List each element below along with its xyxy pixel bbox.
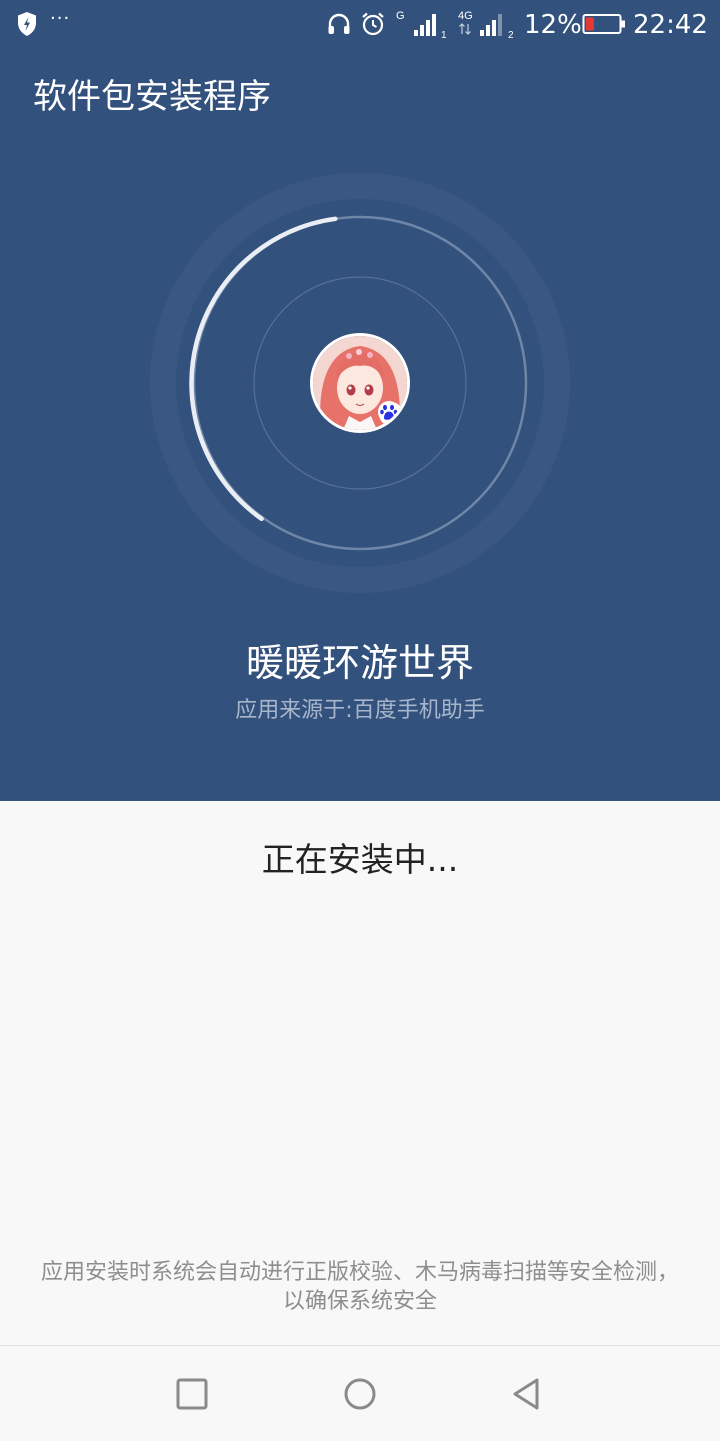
recents-icon[interactable] <box>172 1374 212 1414</box>
page-title: 软件包安装程序 <box>33 77 271 117</box>
security-note-line: 以确保系统安全 <box>282 1289 437 1314</box>
app-source: 应用来源于:百度手机助手 <box>235 698 485 723</box>
install-header-panel: ··· G 1 4G 2 12% 22:42 软件包安装程序 暖暖环游世界 应用… <box>0 0 720 801</box>
app-icon <box>310 333 410 433</box>
alarm-icon <box>362 12 384 36</box>
svg-text:2: 2 <box>508 30 514 40</box>
app-name: 暖暖环游世界 <box>245 641 474 685</box>
signal-icon: 4G 2 <box>458 10 514 40</box>
navigation-bar <box>0 1345 720 1441</box>
install-status: 正在安装中... <box>261 840 459 879</box>
shield-icon <box>18 12 36 36</box>
svg-text:4G: 4G <box>458 10 473 22</box>
battery-icon <box>582 14 625 34</box>
headphones-icon <box>328 13 350 34</box>
svg-text:G: G <box>396 10 405 22</box>
svg-text:1: 1 <box>441 30 447 40</box>
security-note-line: 应用安装时系统会自动进行正版校验、木马病毒扫描等安全检测， <box>40 1260 679 1285</box>
home-icon[interactable] <box>340 1374 380 1414</box>
status-bar: ··· G 1 4G 2 12% 22:42 <box>0 0 720 50</box>
battery-percent: 12% <box>524 10 582 40</box>
more-notifications-icon: ··· <box>50 8 71 29</box>
baidu-paw-icon <box>378 401 400 423</box>
signal-icon: G 1 <box>396 10 447 40</box>
security-note: 应用安装时系统会自动进行正版校验、木马病毒扫描等安全检测， 以确保系统安全 <box>0 1258 720 1316</box>
back-icon[interactable] <box>507 1374 547 1414</box>
clock: 22:42 <box>633 10 708 40</box>
